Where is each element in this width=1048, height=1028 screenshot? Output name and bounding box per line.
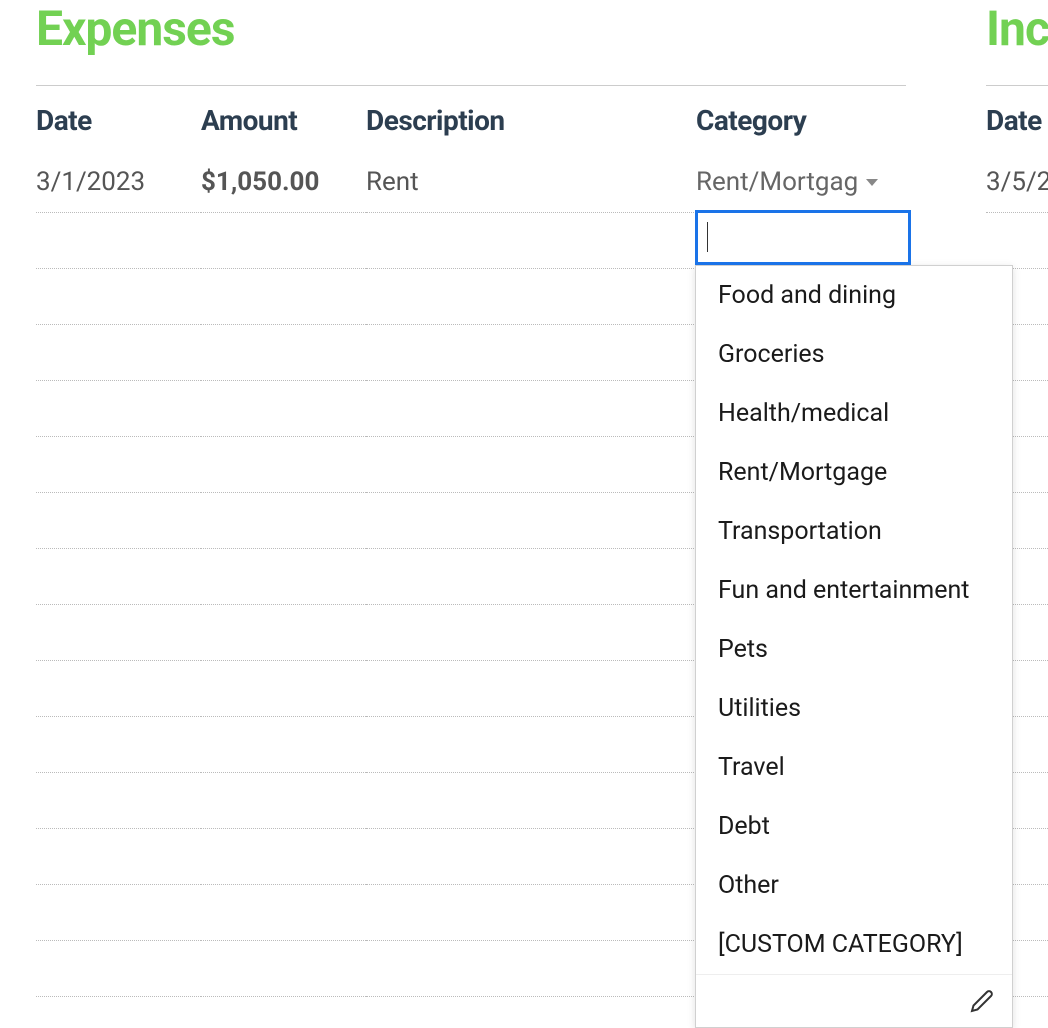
category-value-text: Rent/Mortgag (696, 167, 858, 197)
category-option[interactable]: Groceries (696, 325, 1012, 384)
category-option[interactable]: Other (696, 856, 1012, 915)
chevron-down-icon (866, 179, 878, 186)
cell-date[interactable]: 3/5/2 (986, 155, 1048, 212)
category-search-input[interactable] (695, 210, 911, 265)
expenses-header-date[interactable]: Date (36, 86, 201, 156)
category-dropdown: Food and dining Groceries Health/medical… (695, 210, 1013, 1028)
category-option[interactable]: Debt (696, 797, 1012, 856)
expenses-header-description[interactable]: Description (366, 86, 696, 156)
category-option[interactable]: Utilities (696, 679, 1012, 738)
pencil-icon[interactable] (970, 989, 994, 1013)
table-row: 3/5/2 (986, 155, 1048, 212)
category-option[interactable]: Pets (696, 620, 1012, 679)
expenses-header-amount[interactable]: Amount (201, 86, 366, 156)
category-options-list: Food and dining Groceries Health/medical… (695, 265, 1013, 1028)
category-option[interactable]: [CUSTOM CATEGORY] (696, 915, 1012, 974)
income-title: Inc (986, 0, 1048, 57)
cell-description[interactable]: Rent (366, 155, 696, 212)
text-cursor (707, 222, 708, 252)
category-option[interactable]: Travel (696, 738, 1012, 797)
cell-date[interactable]: 3/1/2023 (36, 155, 201, 212)
category-option[interactable]: Rent/Mortgage (696, 443, 1012, 502)
income-header-date[interactable]: Date (986, 86, 1048, 156)
expenses-title: Expenses (36, 0, 906, 57)
category-option[interactable]: Fun and entertainment (696, 561, 1012, 620)
category-option[interactable]: Health/medical (696, 384, 1012, 443)
category-option[interactable]: Food and dining (696, 266, 1012, 325)
expenses-header-category[interactable]: Category (696, 86, 906, 156)
category-option[interactable]: Transportation (696, 502, 1012, 561)
cell-category[interactable]: Rent/Mortgag (696, 155, 906, 212)
table-row: 3/1/2023 $1,050.00 Rent Rent/Mortgag (36, 155, 906, 212)
cell-amount[interactable]: $1,050.00 (201, 155, 366, 212)
